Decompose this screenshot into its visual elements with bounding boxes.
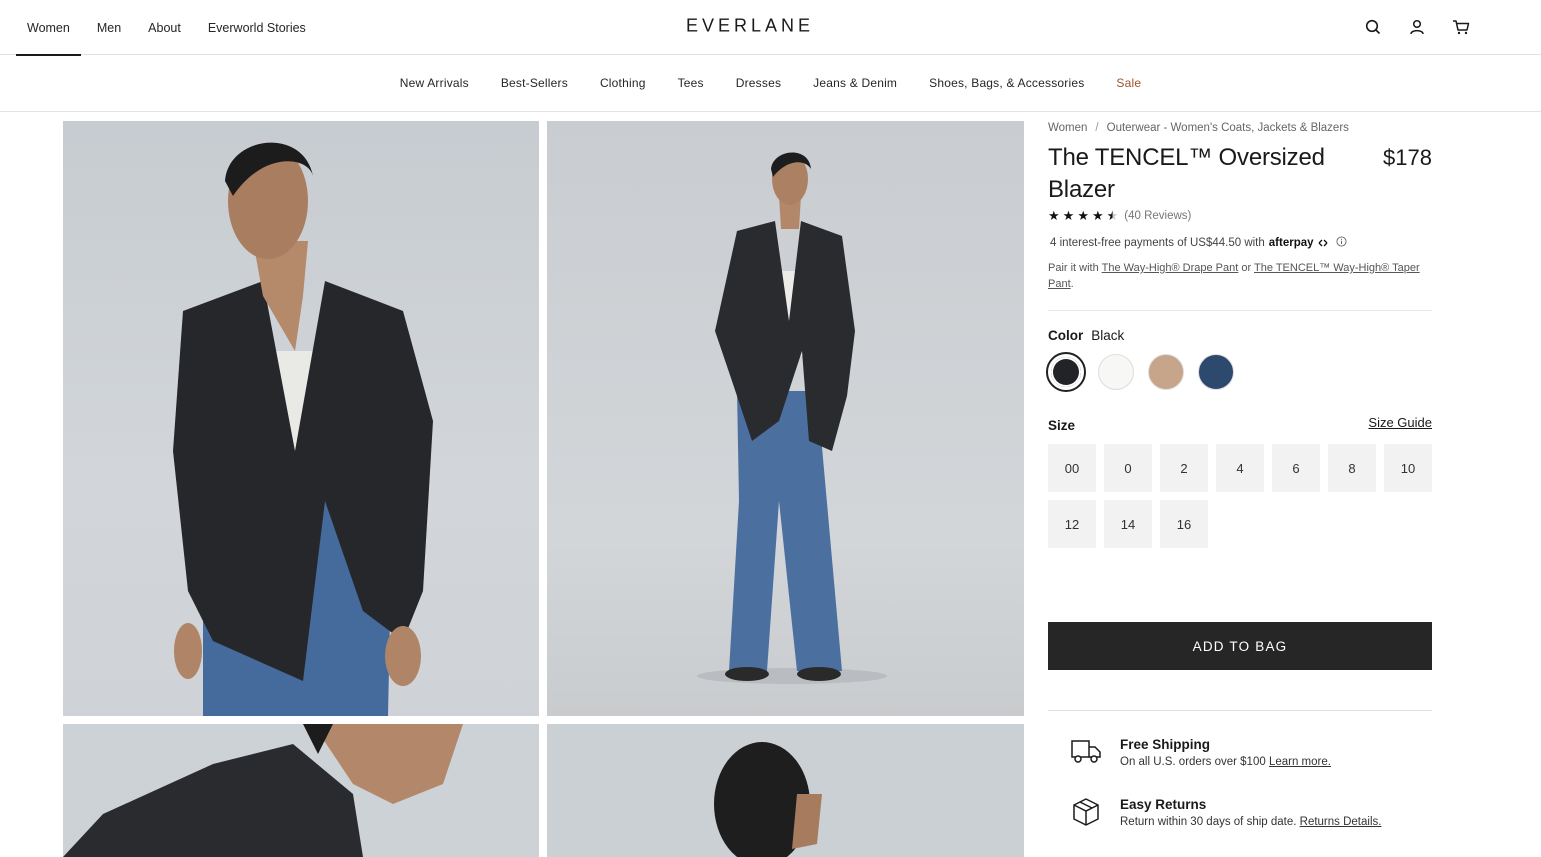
size-label: Size <box>1048 418 1076 433</box>
learn-more-link[interactable]: Learn more. <box>1269 756 1331 768</box>
afterpay-logo: afterpay <box>1268 237 1314 249</box>
product-image-detail-back[interactable] <box>547 724 1024 857</box>
cart-icon[interactable] <box>1450 16 1472 38</box>
product-image-front[interactable] <box>63 121 539 716</box>
category-clothing[interactable]: Clothing <box>584 76 662 90</box>
size-option[interactable]: 16 <box>1160 500 1208 548</box>
color-label: Color <box>1048 328 1084 343</box>
top-header: Women Men About Everworld Stories EVERLA… <box>0 0 1541 56</box>
add-to-bag-button[interactable]: ADD TO BAG <box>1048 622 1432 670</box>
product-title: The TENCEL™ Oversized Blazer <box>1048 144 1325 203</box>
star-icon: ★ <box>1106 208 1119 223</box>
perks-divider <box>1048 710 1432 711</box>
category-tees[interactable]: Tees <box>662 76 720 90</box>
afterpay-text: 4 interest-free payments of US$44.50 wit… <box>1050 237 1265 249</box>
title-row: The TENCEL™ Oversized Blazer $178 <box>1048 142 1432 206</box>
star-rating: ★ ★ ★ ★ ★ <box>1048 209 1118 222</box>
model-back-illustration <box>714 742 822 857</box>
pair-link-drape-pant[interactable]: The Way-High® Drape Pant <box>1102 262 1239 274</box>
easy-returns-title: Easy Returns <box>1120 797 1207 812</box>
size-option[interactable]: 2 <box>1160 444 1208 492</box>
product-info: Women / Outerwear - Women's Coats, Jacke… <box>1046 121 1432 548</box>
easy-returns-subtitle: Return within 30 days of ship date. Retu… <box>1120 816 1381 828</box>
category-sale[interactable]: Sale <box>1100 76 1157 90</box>
size-grid: 00 0 2 4 6 8 10 12 14 16 <box>1048 444 1432 548</box>
pair-prefix: Pair it with <box>1048 262 1099 274</box>
search-icon[interactable] <box>1362 16 1384 38</box>
brand-logo-text: EVERLANE <box>685 14 815 36</box>
rating-row[interactable]: ★ ★ ★ ★ ★ (40 Reviews) <box>1048 209 1432 222</box>
size-heading: Size Size Guide <box>1048 415 1432 433</box>
account-icon[interactable] <box>1406 16 1428 38</box>
model-collar-illustration <box>63 724 463 857</box>
size-option[interactable]: 00 <box>1048 444 1096 492</box>
category-new-arrivals[interactable]: New Arrivals <box>384 76 485 90</box>
easy-returns-perk: Easy Returns Return within 30 days of sh… <box>1070 797 1381 832</box>
size-option[interactable]: 12 <box>1048 500 1096 548</box>
size-option[interactable]: 0 <box>1104 444 1152 492</box>
category-best-sellers[interactable]: Best-Sellers <box>485 76 584 90</box>
easy-returns-text: Easy Returns Return within 30 days of sh… <box>1120 797 1381 832</box>
selected-color: Black <box>1091 328 1125 343</box>
brand-logo[interactable]: EVERLANE <box>0 14 1500 36</box>
breadcrumb: Women / Outerwear - Women's Coats, Jacke… <box>1048 122 1432 134</box>
free-shipping-text: Free Shipping On all U.S. orders over $1… <box>1120 737 1331 770</box>
star-icon: ★ <box>1077 208 1089 223</box>
swatch-white[interactable] <box>1098 354 1134 390</box>
category-nav: New Arrivals Best-Sellers Clothing Tees … <box>0 55 1541 112</box>
review-count[interactable]: (40 Reviews) <box>1124 210 1191 222</box>
breadcrumb-women[interactable]: Women <box>1048 122 1087 134</box>
truck-icon <box>1070 737 1102 770</box>
size-option[interactable]: 10 <box>1384 444 1432 492</box>
swatch-black[interactable] <box>1046 352 1086 392</box>
size-option[interactable]: 14 <box>1104 500 1152 548</box>
star-icon: ★ <box>1048 208 1060 223</box>
product-image-full-length[interactable] <box>547 121 1024 716</box>
pair-it-with: Pair it with The Way-High® Drape Pant or… <box>1048 260 1432 292</box>
pair-end: . <box>1070 278 1074 290</box>
size-option[interactable]: 4 <box>1216 444 1264 492</box>
size-guide-link[interactable]: Size Guide <box>1368 415 1432 433</box>
box-icon <box>1070 797 1102 832</box>
free-shipping-perk: Free Shipping On all U.S. orders over $1… <box>1070 737 1331 770</box>
breadcrumb-outerwear[interactable]: Outerwear - Women's Coats, Jackets & Bla… <box>1107 122 1349 134</box>
star-icon: ★ <box>1091 208 1104 223</box>
afterpay-arrows-icon <box>1318 239 1327 247</box>
breadcrumb-separator: / <box>1095 122 1099 134</box>
color-heading: Color Black <box>1048 328 1432 343</box>
product-price: $178 <box>1383 145 1432 170</box>
swatch-tan[interactable] <box>1148 354 1184 390</box>
info-icon[interactable] <box>1335 236 1347 250</box>
size-option[interactable]: 8 <box>1328 444 1376 492</box>
model-front-illustration <box>173 142 433 716</box>
category-jeans-denim[interactable]: Jeans & Denim <box>797 76 913 90</box>
color-swatches <box>1046 352 1432 392</box>
easy-returns-desc: Return within 30 days of ship date. <box>1120 816 1297 828</box>
category-dresses[interactable]: Dresses <box>720 76 797 90</box>
free-shipping-subtitle: On all U.S. orders over $100 Learn more. <box>1120 756 1331 768</box>
pair-or: or <box>1241 262 1252 274</box>
category-shoes-bags-accessories[interactable]: Shoes, Bags, & Accessories <box>913 76 1100 90</box>
header-icons <box>1362 16 1472 38</box>
swatch-navy[interactable] <box>1198 354 1234 390</box>
returns-details-link[interactable]: Returns Details. <box>1300 816 1382 828</box>
star-icon: ★ <box>1062 208 1075 223</box>
free-shipping-desc: On all U.S. orders over $100 <box>1120 756 1266 768</box>
afterpay-message: 4 interest-free payments of US$44.50 wit… <box>1048 236 1432 250</box>
size-option[interactable]: 6 <box>1272 444 1320 492</box>
model-full-illustration <box>697 152 887 684</box>
section-divider <box>1048 310 1432 311</box>
free-shipping-title: Free Shipping <box>1120 737 1211 752</box>
product-image-detail-collar[interactable] <box>63 724 539 857</box>
